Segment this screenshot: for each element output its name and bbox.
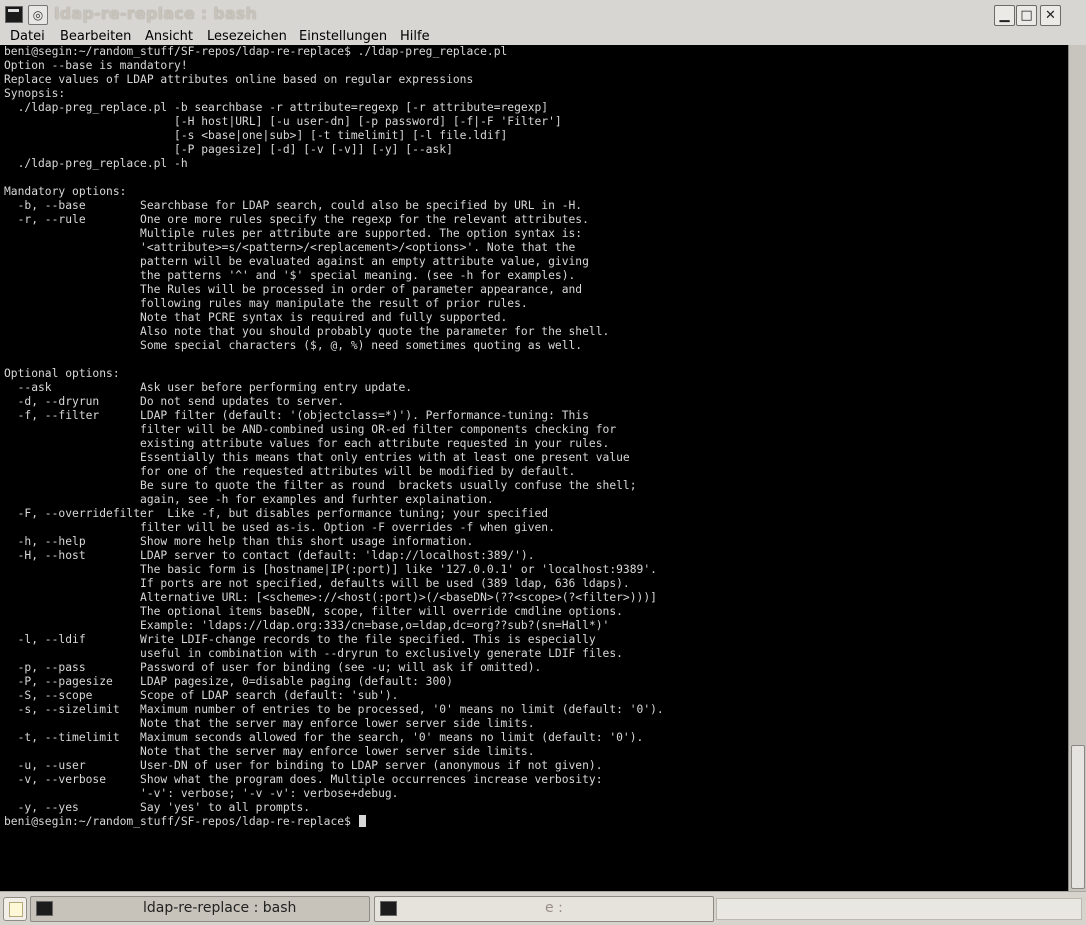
terminal-line: Note that the server may enforce lower s…	[140, 745, 535, 758]
terminal-line: -p, --pass Password of user for binding …	[17, 661, 542, 674]
terminal-line: -H, --host LDAP server to contact (defau…	[17, 549, 535, 562]
menu-ansicht[interactable]: Ansicht	[145, 29, 193, 44]
text-cursor	[358, 815, 366, 827]
terminal-line: Note that the server may enforce lower s…	[140, 717, 535, 730]
scrollbar-thumb[interactable]	[1071, 745, 1085, 889]
minimize-button[interactable]: ▁	[994, 5, 1015, 26]
vertical-scrollbar[interactable]	[1068, 45, 1086, 891]
terminal-line: Essentially this means that only entries…	[140, 451, 630, 464]
terminal-line: Option --base is mandatory!	[4, 59, 188, 72]
terminal-line: '-v': verbose; '-v -v': verbose+debug.	[140, 787, 399, 800]
terminal-output[interactable]: beni@segin:~/random_stuff/SF-repos/ldap-…	[0, 45, 1068, 891]
terminal-line: Also note that you should probably quote…	[140, 325, 610, 338]
terminal-line: Be sure to quote the filter as round bra…	[140, 479, 637, 492]
terminal-line: -r, --rule One ore more rules specify th…	[17, 213, 589, 226]
taskbar-button-other[interactable]: e :	[374, 896, 714, 922]
terminal-line: Synopsis:	[4, 87, 66, 100]
menu-bar: Datei Bearbeiten Ansicht Lesezeichen Ein…	[0, 29, 1086, 45]
terminal-line: beni@segin:~/random_stuff/SF-repos/ldap-…	[4, 45, 508, 58]
terminal-line: -S, --scope Scope of LDAP search (defaul…	[17, 689, 399, 702]
menu-lesezeichen[interactable]: Lesezeichen	[207, 29, 287, 44]
terminal-line: Example: 'ldaps://ldap.org:333/cn=base,o…	[140, 619, 610, 632]
terminal-line: Multiple rules per attribute are support…	[140, 227, 583, 240]
terminal-line: following rules may manipulate the resul…	[140, 297, 528, 310]
terminal-text: beni@segin:~/random_stuff/SF-repos/ldap-…	[0, 45, 1068, 829]
terminal-line: The Rules will be processed in order of …	[140, 283, 583, 296]
taskbar: ldap-re-replace : bash e :	[0, 891, 1086, 925]
terminal-line: -t, --timelimit Maximum seconds allowed …	[17, 731, 644, 744]
terminal-line: [-P pagesize] [-d] [-v [-v]] [-y] [--ask…	[174, 143, 453, 156]
terminal-line: Note that PCRE syntax is required and fu…	[140, 311, 508, 324]
terminal-line: existing attribute values for each attri…	[140, 437, 610, 450]
taskbar-button-bash[interactable]: ldap-re-replace : bash	[30, 896, 370, 922]
terminal-app-icon[interactable]	[5, 6, 23, 23]
terminal-line: filter will be used as-is. Option -F ove…	[140, 521, 555, 534]
terminal-line: [-H host|URL] [-u user-dn] [-p password]…	[174, 115, 562, 128]
terminal-line: for one of the requested attributes will…	[140, 465, 576, 478]
terminal-line: -f, --filter LDAP filter (default: '(obj…	[17, 409, 589, 422]
taskbar-empty-area	[716, 898, 1082, 920]
menu-hilfe[interactable]: Hilfe	[400, 29, 430, 44]
terminal-line: -y, --yes Say 'yes' to all prompts.	[17, 801, 311, 814]
terminal-line: -d, --dryrun Do not send updates to serv…	[17, 395, 345, 408]
terminal-line: useful in combination with --dryrun to e…	[140, 647, 623, 660]
launcher-icon[interactable]	[3, 897, 27, 921]
terminal-line: [-s <base|one|sub>] [-t timelimit] [-l f…	[174, 129, 508, 142]
terminal-line: '<attribute>=s/<pattern>/<replacement>/<…	[140, 241, 576, 254]
terminal-line: -b, --base Searchbase for LDAP search, c…	[17, 199, 583, 212]
terminal-line: -h, --help Show more help than this shor…	[17, 535, 474, 548]
menu-bearbeiten[interactable]: Bearbeiten	[60, 29, 131, 44]
terminal-line: -v, --verbose Show what the program does…	[17, 773, 603, 786]
terminal-line: Some special characters ($, @, %) need s…	[140, 339, 583, 352]
terminal-line: Replace values of LDAP attributes online…	[4, 73, 474, 86]
terminal-prompt: beni@segin:~/random_stuff/SF-repos/ldap-…	[4, 815, 358, 828]
terminal-line: pattern will be evaluated against an emp…	[140, 255, 589, 268]
terminal-line: Mandatory options:	[4, 185, 127, 198]
window-title: ldap-re-replace : bash	[54, 4, 258, 23]
terminal-line: --ask Ask user before performing entry u…	[17, 381, 413, 394]
terminal-line: If ports are not specified, defaults wil…	[140, 577, 630, 590]
terminal-line: ./ldap-preg_replace.pl -b searchbase -r …	[17, 101, 549, 114]
terminal-line: ./ldap-preg_replace.pl -h	[17, 157, 188, 170]
sticky-button[interactable]: ◎	[28, 5, 48, 25]
terminal-line: The basic form is [hostname|IP(:port)] l…	[140, 563, 657, 576]
terminal-icon	[380, 901, 397, 916]
terminal-line: -l, --ldif Write LDIF-change records to …	[17, 633, 596, 646]
menu-einstellungen[interactable]: Einstellungen	[299, 29, 387, 44]
close-button[interactable]: ✕	[1040, 5, 1061, 26]
terminal-line: -u, --user User-DN of user for binding t…	[17, 759, 603, 772]
terminal-line: Alternative URL: [<scheme>://<host(:port…	[140, 591, 657, 604]
taskbar-button-label: e :	[545, 900, 563, 916]
terminal-line: -F, --overridefilter Like -f, but disabl…	[17, 507, 549, 520]
terminal-line: -s, --sizelimit Maximum number of entrie…	[17, 703, 664, 716]
terminal-line: filter will be AND-combined using OR-ed …	[140, 423, 617, 436]
terminal-line: the patterns '^' and '$' special meaning…	[140, 269, 576, 282]
taskbar-button-label: ldap-re-replace : bash	[143, 900, 297, 916]
terminal-line: The optional items baseDN, scope, filter…	[140, 605, 623, 618]
terminal-icon	[36, 901, 53, 916]
menu-datei[interactable]: Datei	[10, 29, 45, 44]
maximize-button[interactable]: □	[1016, 5, 1037, 26]
terminal-lines: beni@segin:~/random_stuff/SF-repos/ldap-…	[4, 45, 664, 814]
terminal-line: Optional options:	[4, 367, 120, 380]
terminal-line: -P, --pagesize LDAP pagesize, 0=disable …	[17, 675, 453, 688]
title-bar[interactable]: ◎ ldap-re-replace : bash ▁ □ ✕	[0, 0, 1086, 31]
terminal-line: again, see -h for examples and furhter e…	[140, 493, 494, 506]
